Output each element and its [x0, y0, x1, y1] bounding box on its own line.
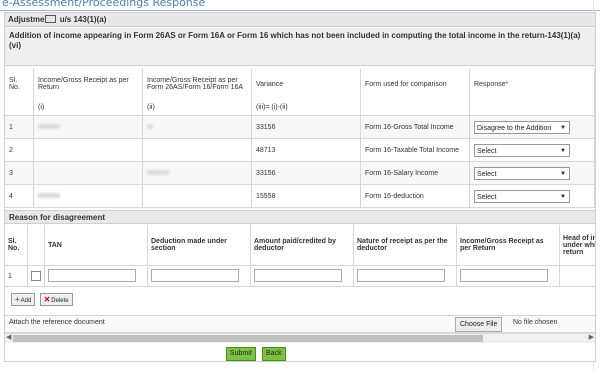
- tan-input[interactable]: [48, 268, 136, 282]
- col-tan: TAN: [44, 225, 148, 266]
- row-sl: 1: [5, 265, 28, 287]
- table-row: 1: [5, 265, 595, 287]
- row-variance: 48713: [251, 138, 361, 162]
- scroll-left-icon[interactable]: ◀: [6, 333, 11, 341]
- back-button[interactable]: Back: [262, 347, 286, 361]
- chevron-down-icon: ▼: [560, 170, 566, 177]
- subheader-empty: [469, 99, 595, 116]
- file-status: No file chosen: [513, 319, 558, 326]
- response-select[interactable]: Select ▼: [469, 138, 595, 162]
- scroll-thumb[interactable]: [13, 335, 483, 342]
- row-variance: 33156: [251, 161, 361, 185]
- col-income-return: Income/Gross Receipt as per Return: [33, 69, 143, 99]
- submit-button[interactable]: Submit: [226, 347, 256, 361]
- row-form: Form 16-Taxable Total Income: [360, 138, 470, 162]
- variance-table: Sl. No. Income/Gross Receipt as per Retu…: [5, 69, 595, 208]
- chevron-down-icon: ▼: [560, 124, 566, 131]
- table-row: 1 33156 Form 16-Gross Total Income Disag…: [5, 115, 595, 139]
- form-actions: Submit Back: [226, 347, 290, 361]
- chevron-down-icon: ▼: [560, 193, 566, 200]
- x-icon: ✕: [43, 295, 51, 304]
- col-response: Response*: [469, 69, 595, 99]
- col-amount-paid: Amount paid/credited by deductor: [250, 225, 354, 266]
- redacted-value: [33, 161, 143, 185]
- table-row: 4 15558 Form 16-deduction Select ▼: [5, 184, 595, 208]
- redacted-value: [33, 138, 143, 162]
- income-return-input[interactable]: [460, 268, 548, 282]
- row-form: Form 16-Gross Total Income: [360, 115, 470, 139]
- row-form: Form 16-Salary Income: [360, 161, 470, 185]
- col-income-return: Income/Gross Receipt as per Return: [456, 225, 560, 266]
- col-deduction-section: Deduction made under section: [147, 225, 251, 266]
- col-head-of-income: Head of income under which the return: [559, 225, 595, 266]
- horizontal-scrollbar[interactable]: ◀ ▶: [5, 333, 595, 343]
- reason-table: Sl. No. TAN Deduction made under section…: [5, 225, 595, 287]
- redacted-value: [33, 184, 143, 208]
- col-sl-no: Sl. No.: [5, 225, 28, 266]
- row-sl: 2: [5, 138, 34, 162]
- adjustment-label-prefix: Adjustme: [8, 15, 45, 24]
- row-sl: 4: [5, 184, 34, 208]
- response-select[interactable]: Select ▼: [469, 184, 595, 208]
- row-form: Form 16-deduction: [360, 184, 470, 208]
- redacted-value: [142, 161, 252, 185]
- row-variance: 15558: [251, 184, 361, 208]
- col-checkbox: [27, 225, 45, 266]
- subheader-ii: (ii): [142, 99, 252, 116]
- col-nature-receipt: Nature of receipt as per the deductor: [353, 225, 457, 266]
- choose-file-button[interactable]: Choose File: [455, 317, 503, 332]
- chevron-down-icon: ▼: [560, 147, 566, 154]
- redacted-value: [142, 115, 252, 139]
- row-variance: 33156: [251, 115, 361, 139]
- col-income-26as: Income/Gross Receipt as per Form 26AS/Fo…: [142, 69, 252, 99]
- redacted-value: [142, 138, 252, 162]
- row-sl: 3: [5, 161, 34, 185]
- adjustment-panel: Adjustme u/s 143(1)(a) Addition of incom…: [4, 12, 596, 362]
- subheader-i: (i): [33, 99, 143, 116]
- response-select[interactable]: Select ▼: [469, 161, 595, 185]
- page-title: e-Assessment/Proceedings Response: [2, 0, 206, 9]
- redacted-value: [33, 115, 143, 139]
- redacted-value: [142, 184, 252, 208]
- title-divider: [0, 10, 600, 11]
- col-form-used: Form used for comparison: [360, 69, 470, 99]
- nature-receipt-input[interactable]: [357, 268, 445, 282]
- amount-paid-input[interactable]: [254, 268, 342, 282]
- adjustment-label-suffix: u/s 143(1)(a): [59, 15, 107, 24]
- delete-row-button[interactable]: ✕Delete: [39, 293, 73, 306]
- scroll-right-icon[interactable]: ▶: [589, 333, 594, 341]
- row-sl: 1: [5, 115, 34, 139]
- attach-row: Attach the reference document Choose Fil…: [5, 315, 595, 333]
- subheader-empty: [5, 99, 34, 116]
- row-actions: +Add ✕Delete: [11, 293, 75, 306]
- col-sl-no: Sl. No.: [5, 69, 34, 99]
- col-variance: Variance: [251, 69, 361, 99]
- broken-glyph-icon: [45, 14, 57, 23]
- attach-label: Attach the reference document: [9, 319, 105, 326]
- plus-icon: +: [15, 295, 20, 304]
- row-checkbox[interactable]: [27, 265, 45, 287]
- adjustment-header: Adjustme u/s 143(1)(a): [5, 13, 595, 27]
- response-select[interactable]: Disagree to the Addition ▼: [469, 115, 595, 139]
- table-row: 2 48713 Form 16-Taxable Total Income Sel…: [5, 138, 595, 162]
- adjustment-description: Addition of income appearing in Form 26A…: [5, 28, 595, 66]
- subheader-empty: [360, 99, 470, 116]
- add-row-button[interactable]: +Add: [11, 293, 36, 306]
- deduction-section-input[interactable]: [151, 268, 239, 282]
- table-row: 3 33156 Form 16-Salary Income Select ▼: [5, 161, 595, 185]
- subheader-iii: (iii)= (i)-(ii): [251, 99, 361, 116]
- reason-header: Reason for disagreement: [5, 210, 595, 224]
